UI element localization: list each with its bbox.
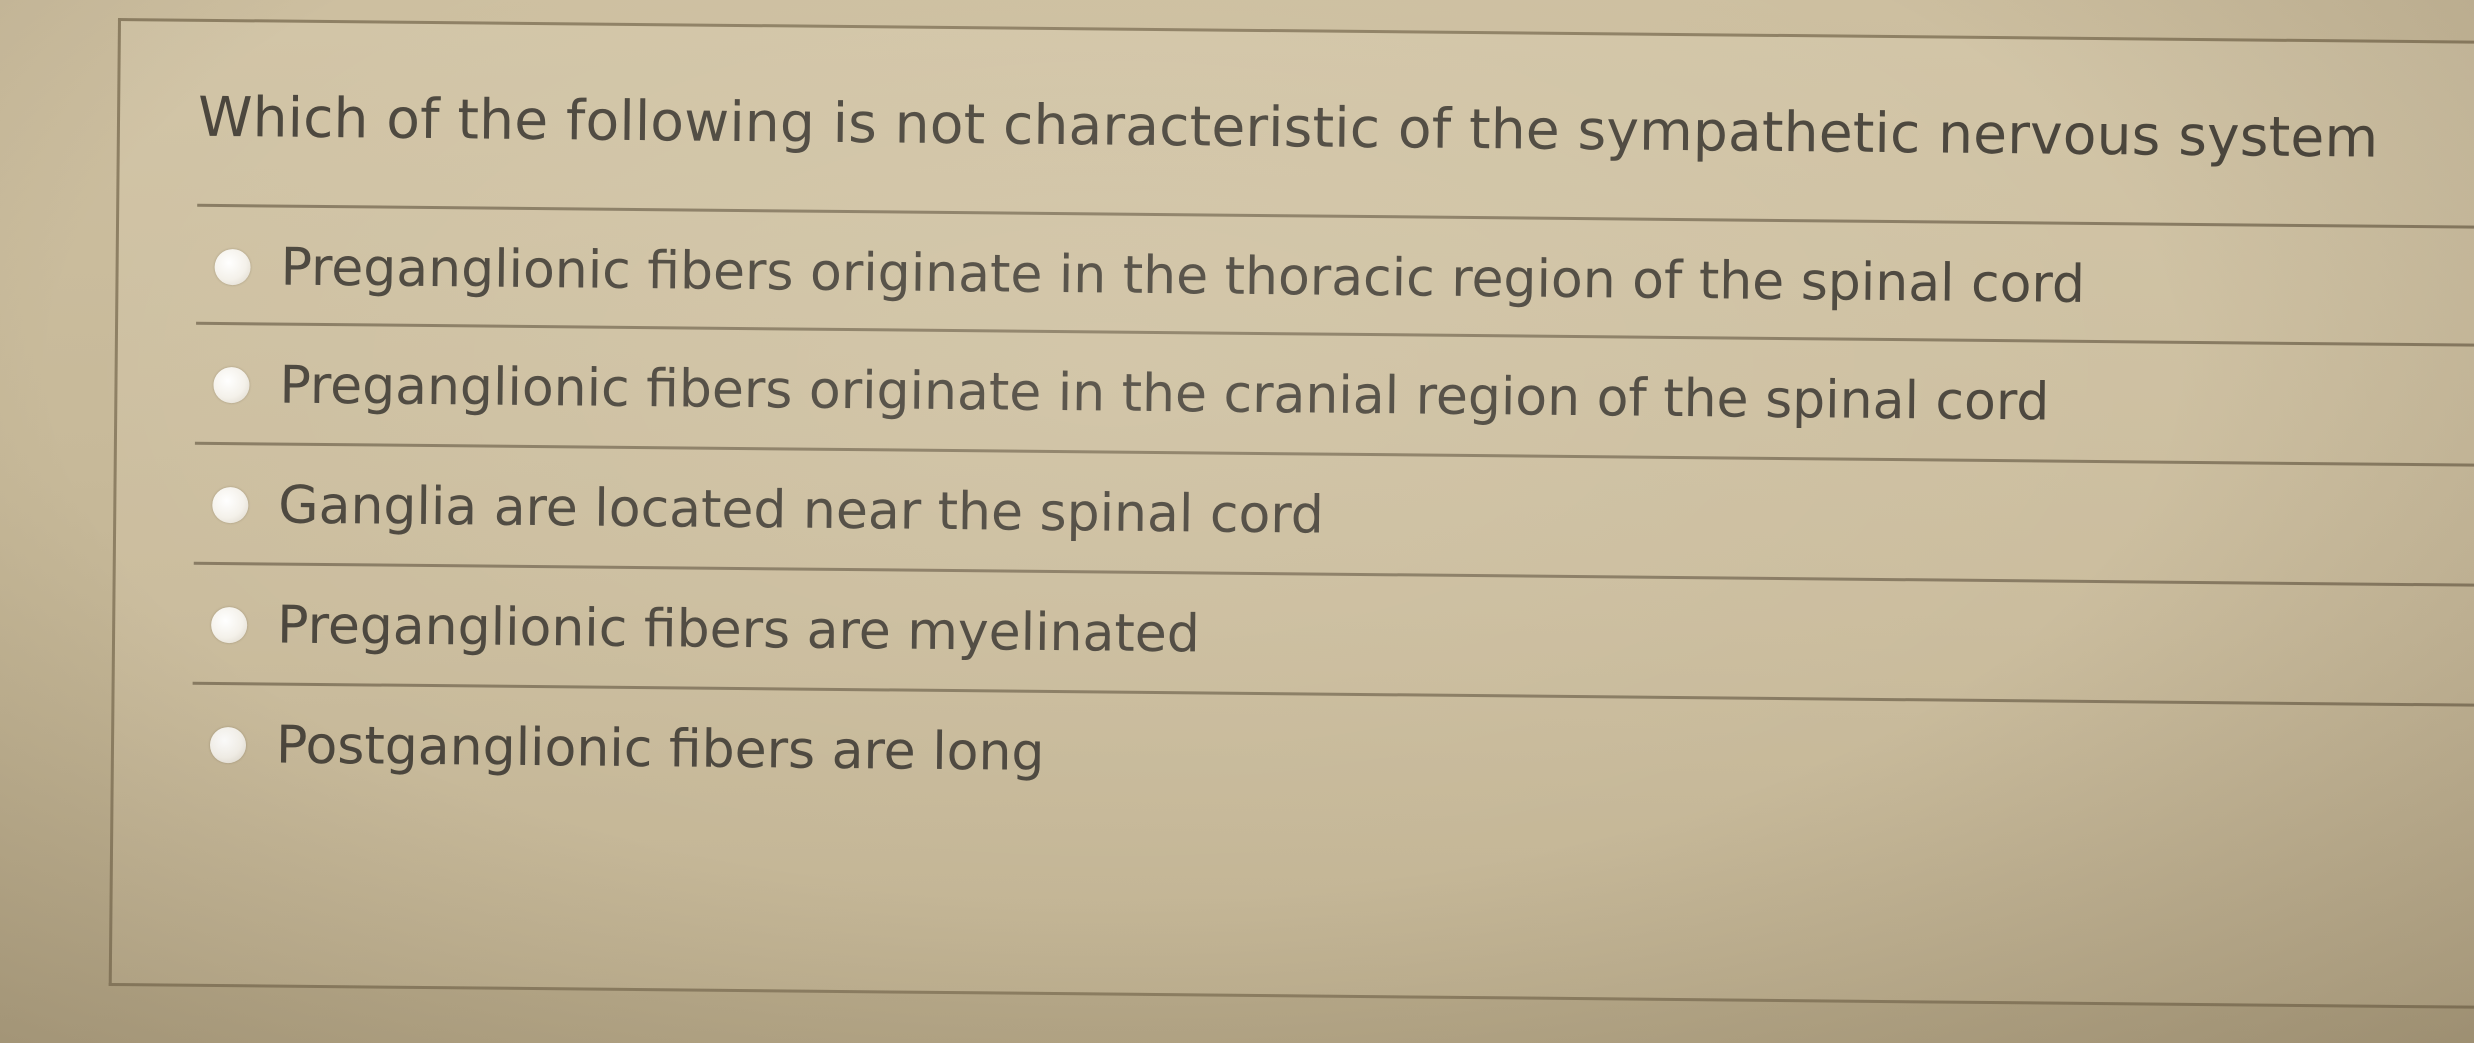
- answer-option-4[interactable]: Preganglionic fibers are myelinated: [211, 570, 2412, 701]
- radio-button-icon[interactable]: [211, 606, 248, 644]
- answer-option-1[interactable]: Preganglionic fibers originate in the th…: [214, 212, 2415, 343]
- answer-option-3[interactable]: Ganglia are located near the spinal cord: [212, 450, 2413, 581]
- question-card: Which of the following is not characteri…: [108, 18, 2474, 1009]
- radio-button-icon[interactable]: [209, 726, 247, 764]
- radio-button-icon[interactable]: [214, 248, 251, 286]
- radio-button-icon[interactable]: [213, 366, 250, 404]
- answer-option-5[interactable]: Postganglionic fibers are long: [209, 690, 2410, 821]
- answer-option-label: Preganglionic fibers originate in the cr…: [279, 355, 2050, 433]
- answer-option-label: Ganglia are located near the spinal cord: [278, 475, 1325, 546]
- answer-option-label: Postganglionic fibers are long: [275, 715, 1045, 783]
- answer-option-2[interactable]: Preganglionic fibers originate in the cr…: [213, 330, 2414, 461]
- question-text: Which of the following is not characteri…: [197, 84, 2379, 170]
- answer-option-label: Preganglionic fibers are myelinated: [276, 595, 1201, 665]
- answer-option-label: Preganglionic fibers originate in the th…: [280, 237, 2086, 315]
- radio-button-icon[interactable]: [212, 486, 249, 524]
